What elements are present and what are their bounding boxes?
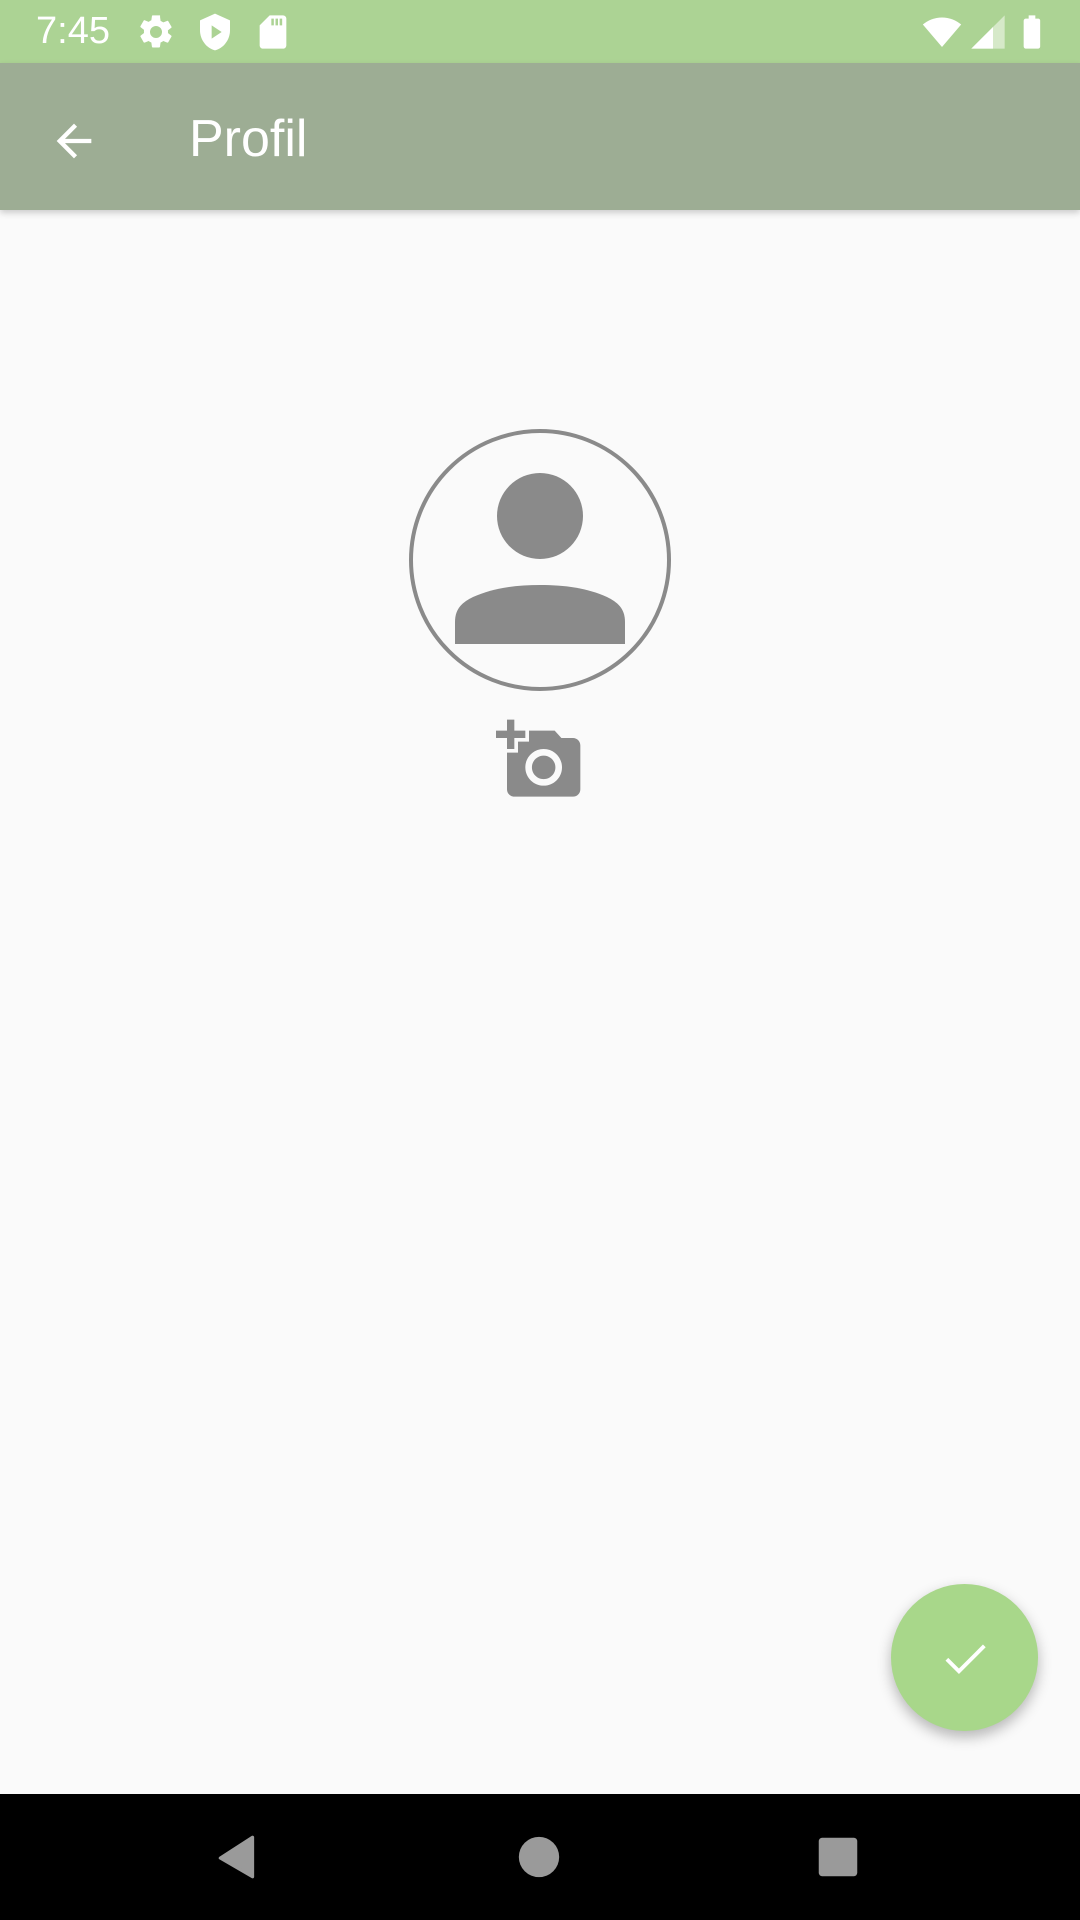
- person-placeholder-icon: [409, 429, 671, 691]
- nav-back-button[interactable]: [200, 1819, 276, 1895]
- back-triangle-icon: [218, 1835, 255, 1879]
- back-button[interactable]: [36, 103, 111, 178]
- home-circle-icon: [518, 1836, 560, 1878]
- sd-card-icon: [259, 15, 287, 49]
- nav-home-button[interactable]: [501, 1819, 577, 1895]
- battery-icon: [1023, 15, 1041, 49]
- add-a-photo-icon: [496, 719, 581, 797]
- toolbar: Profil: [0, 63, 1080, 210]
- arrow-left-icon: [56, 123, 91, 158]
- gear-icon: [140, 15, 172, 48]
- add-photo-button[interactable]: [496, 716, 584, 804]
- cell-signal-icon: [971, 15, 1005, 49]
- shield-play-icon: [200, 13, 230, 51]
- confirm-fab[interactable]: [891, 1584, 1038, 1731]
- wifi-icon: [922, 17, 962, 47]
- recents-square-icon: [818, 1837, 858, 1877]
- navigation-bar: [0, 1794, 1080, 1920]
- status-bar: 7:45: [0, 0, 1080, 63]
- page-title: Profil: [189, 110, 308, 168]
- check-icon: [945, 1644, 986, 1674]
- nav-recents-button[interactable]: [800, 1819, 876, 1895]
- avatar[interactable]: [408, 428, 672, 692]
- status-time: 7:45: [36, 10, 110, 52]
